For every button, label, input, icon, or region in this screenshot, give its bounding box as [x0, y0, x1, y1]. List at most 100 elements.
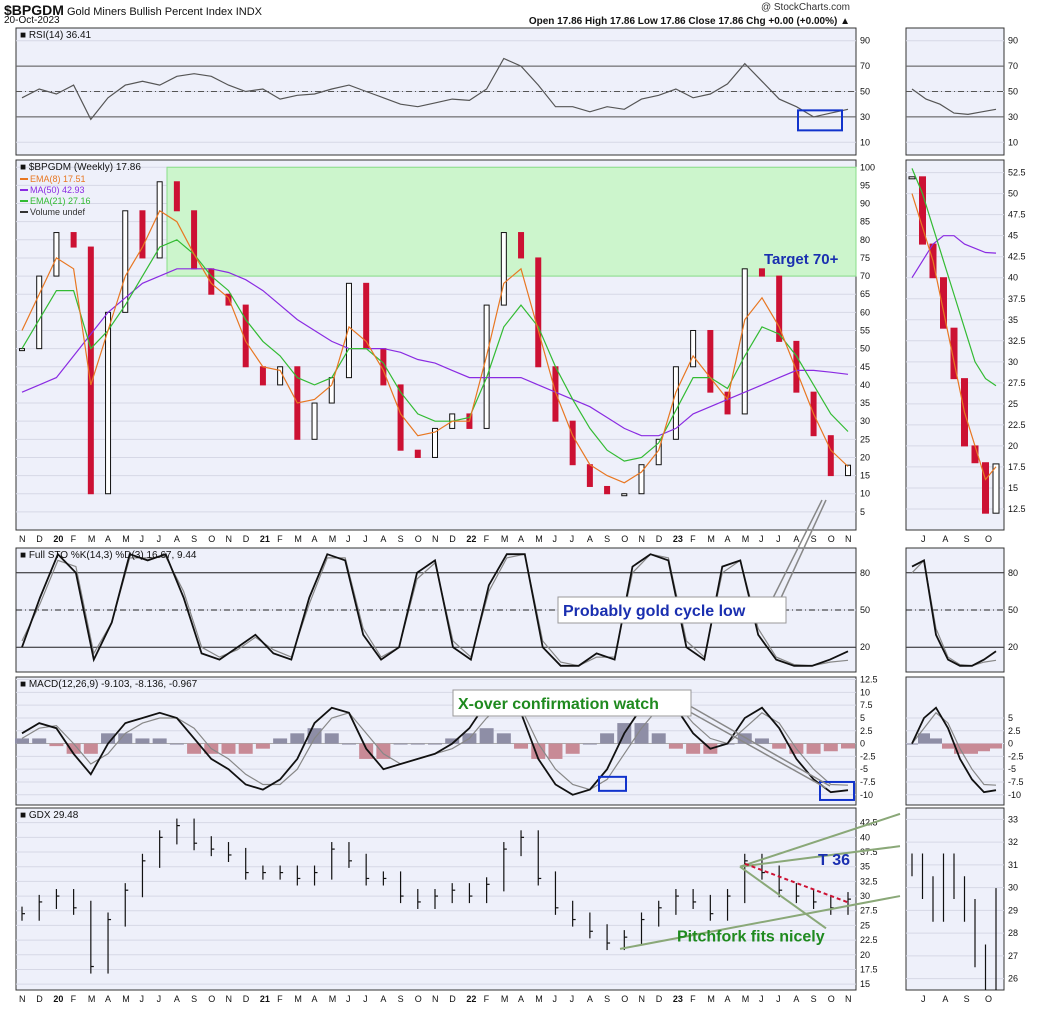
price-x-tick-label: O — [415, 534, 422, 544]
price-tick-label: 65 — [860, 289, 870, 299]
price-inset-tick-label: 30 — [1008, 357, 1018, 367]
gdx-title: ■ GDX 29.48 — [20, 810, 79, 821]
price-tick-label: 45 — [860, 362, 870, 372]
macd-title: ■ MACD(12,26,9) -9.103, -8.136, -0.967 — [20, 679, 198, 690]
gdx-x-tick-label: D — [36, 994, 43, 1004]
macd-histogram-bar — [32, 738, 47, 744]
macd-histogram-bar — [754, 738, 769, 744]
price-x-tick-label: S — [191, 534, 197, 544]
gdx-x-tick-label: 23 — [673, 994, 683, 1004]
macd-inset-histogram-bar — [978, 743, 990, 752]
macd-inset-histogram-bar — [966, 743, 978, 754]
price-inset-tick-label: 52.5 — [1008, 168, 1026, 178]
macd-tick-label: 12.5 — [860, 675, 878, 685]
rsi-inset-tick-label: 90 — [1008, 36, 1018, 46]
price-inset-bar — [982, 462, 989, 514]
gdx-x-tick-label: O — [208, 994, 215, 1004]
price-inset-x-tick-label: A — [942, 534, 948, 544]
gdx-x-tick-label: M — [294, 994, 302, 1004]
macd-tick-label: -7.5 — [860, 777, 876, 787]
price-bar — [36, 275, 43, 350]
macd-histogram-bar — [841, 743, 855, 749]
gdx-x-tick-label: M — [535, 994, 543, 1004]
price-inset-tick-label: 12.5 — [1008, 504, 1026, 514]
price-inset-tick-label: 37.5 — [1008, 294, 1026, 304]
macd-histogram-bar — [565, 743, 580, 754]
gdx-x-tick-label: M — [329, 994, 337, 1004]
price-bar — [500, 232, 507, 306]
macd-tick-label: 2.5 — [860, 726, 873, 736]
macd-histogram-bar — [341, 743, 356, 745]
price-tick-label: 100 — [860, 162, 875, 172]
gdx-tick-label: 35 — [860, 862, 870, 872]
macd-histogram-bar — [152, 738, 167, 744]
price-inset-tick-label: 27.5 — [1008, 378, 1026, 388]
price-tick-label: 15 — [860, 471, 870, 481]
sto-inset-tick-label: 20 — [1008, 642, 1018, 652]
gdx-x-tick-label: 22 — [466, 994, 476, 1004]
price-bar — [586, 464, 593, 487]
gdx-inset-x-tick-label: O — [985, 994, 992, 1004]
price-inset-x-tick-label: J — [921, 534, 926, 544]
gdx-tick-label: 27.5 — [860, 906, 878, 916]
macd-tick-label: 0 — [860, 739, 865, 749]
price-x-tick-label: J — [776, 534, 781, 544]
price-inset-tick-label: 22.5 — [1008, 420, 1026, 430]
macd-histogram-bar — [169, 743, 184, 745]
gdx-x-tick-label: J — [157, 994, 162, 1004]
rsi-tick-label: 70 — [860, 61, 870, 71]
price-x-tick-label: A — [174, 534, 180, 544]
price-tick-label: 80 — [860, 235, 870, 245]
price-inset-x-tick-label: O — [985, 534, 992, 544]
pitchfork-label: Pitchfork fits nicely — [677, 928, 825, 945]
price-x-tick-label: A — [587, 534, 593, 544]
price-x-tick-label: M — [294, 534, 302, 544]
macd-histogram-bar — [600, 733, 615, 744]
macd-histogram-bar — [582, 743, 597, 745]
price-x-tick-label: F — [277, 534, 283, 544]
price-tick-label: 40 — [860, 380, 870, 390]
gdx-inset-tick-label: 32 — [1008, 837, 1018, 847]
macd-inset-tick-label: -10 — [1008, 790, 1021, 800]
price-tick-label: 85 — [860, 217, 870, 227]
gdx-inset-tick-label: 27 — [1008, 951, 1018, 961]
sto-tick-label: 80 — [860, 568, 870, 578]
price-bar — [191, 210, 198, 270]
price-bar — [363, 282, 370, 350]
gdx-x-tick-label: N — [845, 994, 852, 1004]
price-inset-tick-label: 20 — [1008, 441, 1018, 451]
gdx-x-tick-label: F — [690, 994, 696, 1004]
price-inset-tick-label: 40 — [1008, 273, 1018, 283]
gdx-x-tick-label: J — [346, 994, 351, 1004]
price-x-tick-label: S — [604, 534, 610, 544]
gdx-frame — [15, 807, 857, 991]
price-x-tick-label: M — [742, 534, 750, 544]
price-x-tick-label: 23 — [673, 534, 683, 544]
gdx-x-tick-label: J — [552, 994, 557, 1004]
price-inset-bar — [908, 176, 916, 180]
price-x-tick-label: N — [845, 534, 852, 544]
price-title: ■ $BPGDM (Weekly) 17.86 — [20, 162, 141, 173]
macd-histogram-bar — [307, 728, 322, 744]
legend-entry: MA(50) 42.93 — [30, 185, 85, 195]
price-x-tick-label: A — [312, 534, 318, 544]
price-x-tick-label: F — [71, 534, 77, 544]
price-inset-tick-label: 15 — [1008, 483, 1018, 493]
price-bar — [552, 366, 559, 422]
gdx-x-tick-label: A — [587, 994, 593, 1004]
gdx-inset-x-tick-label: S — [964, 994, 970, 1004]
price-inset-tick-label: 47.5 — [1008, 210, 1026, 220]
gdx-x-tick-label: F — [277, 994, 283, 1004]
price-x-tick-label: A — [380, 534, 386, 544]
macd-histogram-bar — [823, 743, 838, 752]
price-x-tick-label: D — [36, 534, 43, 544]
target-zone — [166, 166, 857, 277]
macd-inset-tick-label: 0 — [1008, 739, 1013, 749]
gdx-tick-label: 17.5 — [860, 964, 878, 974]
price-bar — [259, 366, 266, 386]
price-inset-tick-label: 50 — [1008, 189, 1018, 199]
legend-entry: Volume undef — [30, 207, 86, 217]
price-bar — [105, 311, 112, 495]
price-tick-label: 75 — [860, 253, 870, 263]
macd-histogram-bar — [496, 733, 511, 744]
